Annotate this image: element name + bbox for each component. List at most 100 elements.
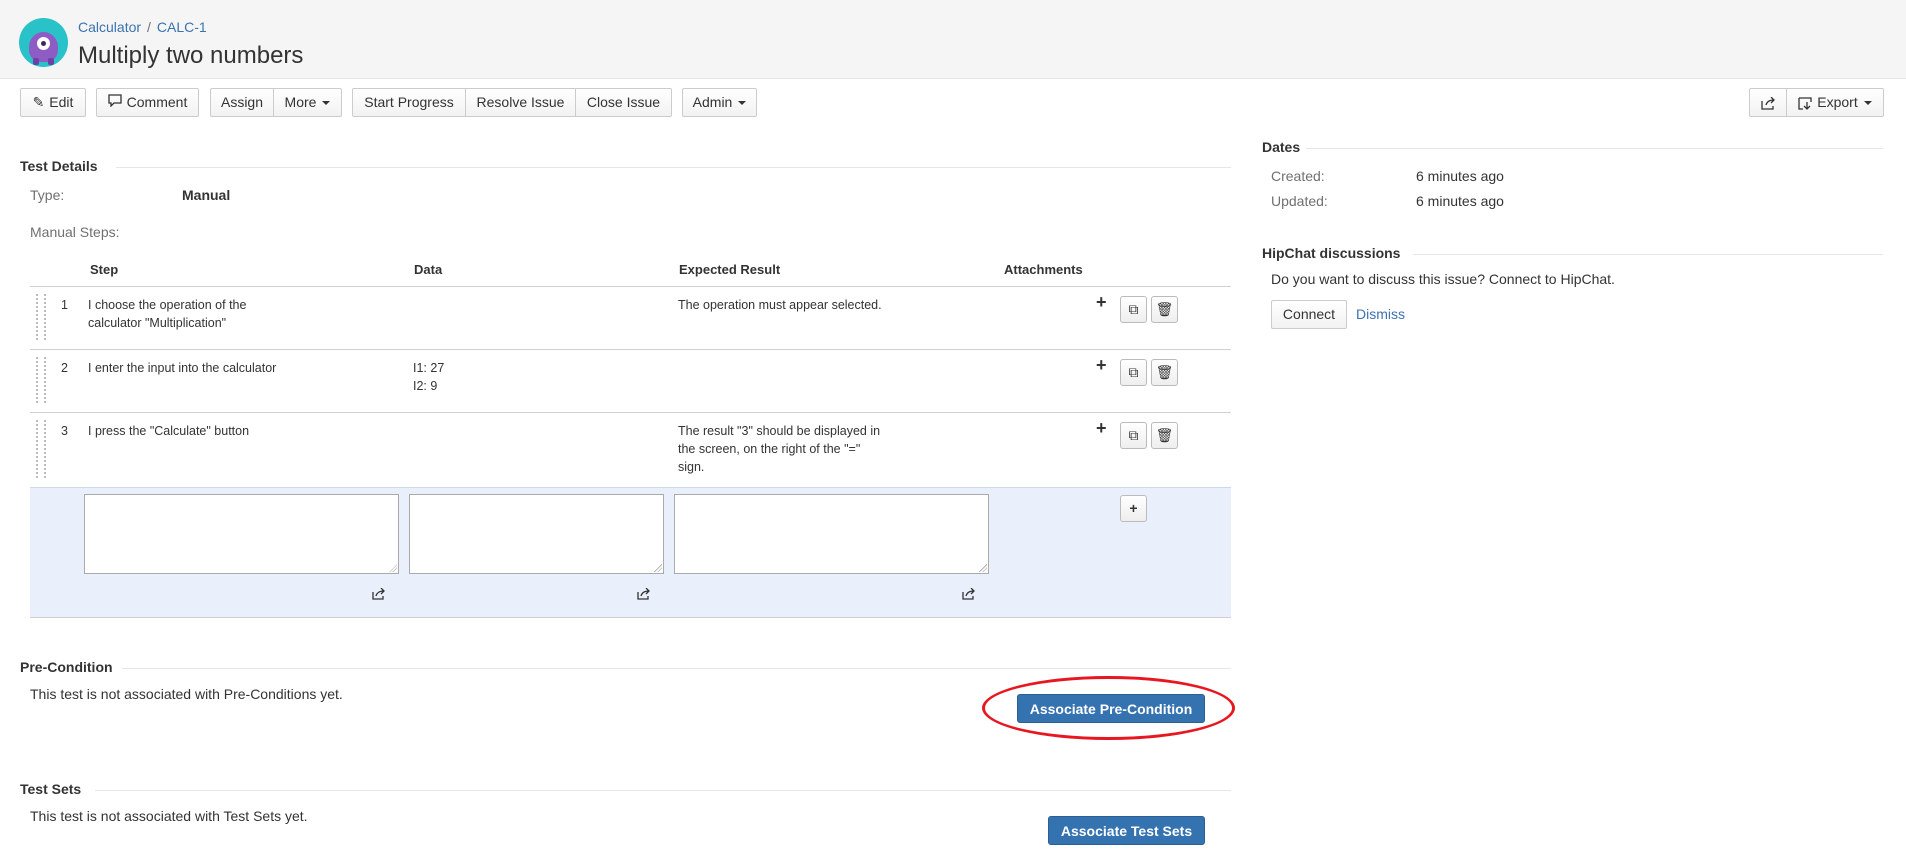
clone-icon: ⧉ [1128, 364, 1139, 380]
annotation-highlight-circle [982, 676, 1235, 740]
share-icon[interactable] [962, 588, 976, 600]
new-step-expected-textarea[interactable] [674, 494, 989, 574]
project-avatar-icon[interactable] [19, 18, 68, 67]
hipchat-connect-button[interactable]: Connect [1271, 300, 1347, 329]
column-header-attachments: Attachments [1004, 262, 1083, 277]
step-action-line: I choose the operation of the [88, 298, 247, 312]
test-sets-heading: Test Sets [20, 781, 82, 797]
dates-heading: Dates [1262, 139, 1301, 155]
share-icon[interactable] [637, 588, 651, 600]
step-data-line: I1: 27 [413, 361, 445, 375]
breadcrumb-project-link[interactable]: Calculator [78, 19, 141, 35]
admin-button[interactable]: Admin [682, 88, 757, 117]
step-expected-result[interactable]: The result "3" should be displayed in th… [678, 422, 978, 476]
step-expected-line: The result "3" should be displayed in [678, 424, 881, 438]
manual-steps-label: Manual Steps: [30, 224, 120, 240]
drag-handle-icon[interactable] [36, 294, 46, 340]
hipchat-heading: HipChat discussions [1262, 245, 1401, 261]
new-step-action-textarea[interactable] [84, 494, 399, 574]
delete-step-button[interactable]: 🗑 [1151, 359, 1178, 386]
share-icon [1760, 94, 1776, 110]
trash-icon: 🗑 [1155, 301, 1174, 317]
export-button-label: Export [1817, 94, 1858, 110]
step-number: 1 [61, 298, 68, 312]
clone-step-button[interactable]: ⧉ [1120, 296, 1147, 323]
plus-icon[interactable]: + [1096, 355, 1107, 376]
assign-button[interactable]: Assign [210, 88, 274, 117]
comment-button[interactable]: Comment [96, 88, 199, 117]
plus-icon[interactable]: + [1096, 292, 1107, 313]
updated-value: 6 minutes ago [1416, 193, 1504, 209]
type-label: Type: [30, 187, 65, 203]
step-action[interactable]: I press the "Calculate" button [88, 422, 398, 440]
close-issue-button[interactable]: Close Issue [575, 88, 672, 117]
admin-button-label: Admin [692, 94, 733, 110]
drag-handle-icon[interactable] [36, 420, 46, 478]
trash-icon: 🗑 [1155, 364, 1174, 380]
precondition-empty-text: This test is not associated with Pre-Con… [30, 686, 343, 702]
step-action-line: calculator "Multiplication" [88, 316, 227, 330]
column-header-expected-result: Expected Result [679, 262, 781, 277]
step-expected-line: sign. [678, 460, 705, 474]
plus-icon: + [1129, 500, 1138, 516]
type-value: Manual [182, 187, 231, 203]
step-action-line: I enter the input into the calculator [88, 361, 277, 375]
section-divider [1413, 254, 1883, 255]
clone-step-button[interactable]: ⧉ [1120, 359, 1147, 386]
step-expected-line: The operation must appear selected. [678, 298, 882, 312]
more-button-label: More [284, 94, 317, 110]
section-divider [1306, 148, 1883, 149]
page-header: Calculator / CALC-1 Multiply two numbers [0, 0, 1906, 79]
clone-icon: ⧉ [1128, 427, 1139, 443]
hipchat-dismiss-link[interactable]: Dismiss [1356, 306, 1405, 322]
trash-icon: 🗑 [1155, 427, 1174, 443]
comment-button-label: Comment [126, 94, 188, 110]
delete-step-button[interactable]: 🗑 [1151, 296, 1178, 323]
test-details-heading: Test Details [20, 158, 98, 174]
drag-handle-icon[interactable] [36, 357, 46, 403]
associate-test-sets-button[interactable]: Associate Test Sets [1048, 816, 1205, 845]
hipchat-prompt: Do you want to discuss this issue? Conne… [1271, 271, 1615, 287]
row-divider [30, 412, 1231, 413]
updated-label: Updated: [1271, 193, 1328, 209]
export-button[interactable]: Export [1786, 88, 1884, 117]
row-divider [30, 349, 1231, 350]
clone-step-button[interactable]: ⧉ [1120, 422, 1147, 449]
step-action-line: I press the "Calculate" button [88, 424, 250, 438]
caret-down-icon [322, 101, 331, 106]
add-step-button[interactable]: + [1120, 495, 1147, 522]
pencil-icon: ✎ [32, 94, 45, 110]
test-sets-empty-text: This test is not associated with Test Se… [30, 808, 308, 824]
resolve-issue-button[interactable]: Resolve Issue [465, 88, 576, 117]
caret-down-icon [738, 101, 747, 106]
speech-bubble-icon [108, 89, 122, 116]
step-data[interactable]: I1: 27 I2: 9 [413, 359, 653, 395]
resize-grip-icon[interactable] [979, 564, 987, 572]
share-button[interactable] [1749, 88, 1787, 117]
plus-icon[interactable]: + [1096, 418, 1107, 439]
breadcrumb-issue-key-link[interactable]: CALC-1 [157, 19, 207, 35]
created-label: Created: [1271, 168, 1325, 184]
breadcrumb-separator: / [147, 19, 151, 35]
resize-grip-icon[interactable] [654, 564, 662, 572]
precondition-heading: Pre-Condition [20, 659, 113, 675]
more-button[interactable]: More [273, 88, 342, 117]
step-action[interactable]: I choose the operation of the calculator… [88, 296, 398, 332]
step-action[interactable]: I enter the input into the calculator [88, 359, 398, 377]
resize-grip-icon[interactable] [389, 564, 397, 572]
section-divider [122, 668, 1231, 669]
share-icon[interactable] [372, 588, 386, 600]
header-divider [30, 286, 1231, 287]
step-expected-line: the screen, on the right of the "=" [678, 442, 861, 456]
created-value: 6 minutes ago [1416, 168, 1504, 184]
column-header-step: Step [90, 262, 119, 277]
column-header-data: Data [414, 262, 443, 277]
delete-step-button[interactable]: 🗑 [1151, 422, 1178, 449]
start-progress-button[interactable]: Start Progress [352, 88, 466, 117]
new-step-data-textarea[interactable] [409, 494, 664, 574]
breadcrumb: Calculator / CALC-1 [78, 19, 207, 35]
edit-button[interactable]: ✎ Edit [20, 88, 86, 117]
step-number: 2 [61, 361, 68, 375]
section-divider [116, 167, 1231, 168]
step-expected-result[interactable]: The operation must appear selected. [678, 296, 978, 314]
